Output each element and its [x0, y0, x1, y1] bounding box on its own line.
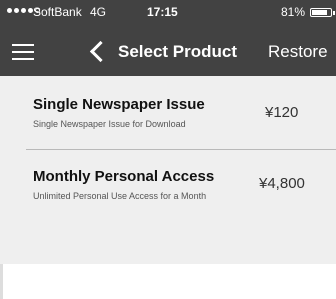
hamburger-menu-icon[interactable]	[12, 44, 34, 60]
navigation-bar: Select Product Restore	[0, 28, 336, 76]
battery-nub	[333, 11, 335, 15]
carrier-name: SoftBank	[33, 5, 82, 19]
page-title: Select Product	[118, 42, 238, 61]
product-row-single-issue[interactable]: Single Newspaper Issue Single Newspaper …	[0, 76, 336, 150]
battery-icon	[310, 8, 332, 17]
restore-button[interactable]: Restore	[268, 42, 328, 62]
network-type: 4G	[90, 5, 107, 19]
chevron-left-icon[interactable]	[89, 40, 112, 63]
content-area	[0, 264, 336, 299]
status-time: 17:15	[147, 5, 178, 19]
top-bar: SoftBank 4G 17:15 81% Select Product Res…	[0, 0, 336, 76]
status-bar: SoftBank 4G 17:15 81%	[0, 0, 336, 24]
product-row-monthly-access[interactable]: Monthly Personal Access Unlimited Person…	[0, 150, 336, 224]
product-title: Monthly Personal Access	[33, 168, 215, 185]
battery-percent: 81%	[281, 5, 306, 19]
product-description: Unlimited Personal Use Access for a Mont…	[33, 191, 207, 201]
product-price: ¥4,800	[259, 175, 305, 192]
product-description: Single Newspaper Issue for Download	[33, 119, 186, 129]
product-list: Single Newspaper Issue Single Newspaper …	[0, 76, 336, 265]
product-price: ¥120	[265, 104, 299, 121]
product-title: Single Newspaper Issue	[33, 96, 205, 113]
